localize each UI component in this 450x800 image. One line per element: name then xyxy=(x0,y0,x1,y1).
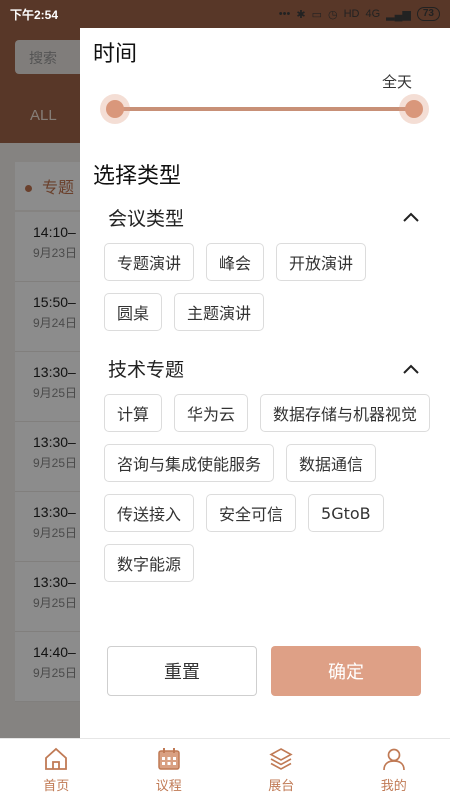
time-range-slider[interactable] xyxy=(114,107,414,111)
slider-value-label: 全天 xyxy=(381,73,412,91)
tag-tech-topic[interactable]: 咨询与集成使能服务 xyxy=(104,444,275,482)
status-icons: ••• ✱ ▭ ◷ HD 4G ▂▄▆ 73 xyxy=(279,7,440,21)
hd-icon: HD xyxy=(343,8,360,20)
more-dots-icon: ••• xyxy=(278,8,291,20)
confirm-button[interactable]: 确定 xyxy=(271,646,421,696)
tag-meeting-type[interactable]: 开放演讲 xyxy=(276,243,367,281)
nav-label: 展台 xyxy=(268,779,295,794)
user-icon xyxy=(382,748,405,771)
tag-tech-topic[interactable]: 数据通信 xyxy=(286,444,377,482)
calendar-icon xyxy=(158,748,180,770)
nav-item-mine[interactable]: 我的 xyxy=(338,739,450,800)
type-section-title: 选择类型 xyxy=(93,164,182,189)
tag-tech-topic[interactable]: 数字能源 xyxy=(104,544,195,582)
tech-topic-title: 技术专题 xyxy=(108,359,185,381)
nav-label: 议程 xyxy=(155,779,182,794)
tag-tech-topic[interactable]: 传送接入 xyxy=(104,494,195,532)
slider-start-handle[interactable] xyxy=(100,94,130,124)
tech-topic-scroll-area[interactable]: 计算 华为云 数据存储与机器视觉 咨询与集成使能服务 数据通信 传送接入 安全可… xyxy=(80,388,450,618)
tag-meeting-type[interactable]: 圆桌 xyxy=(104,293,163,331)
chevron-up-icon[interactable] xyxy=(402,208,420,226)
meeting-type-title: 会议类型 xyxy=(108,208,185,230)
network-label: 4G xyxy=(365,8,381,20)
nav-item-home[interactable]: 首页 xyxy=(0,739,113,800)
layers-icon xyxy=(269,748,293,770)
tag-meeting-type[interactable]: 专题演讲 xyxy=(104,243,195,281)
tag-tech-topic[interactable]: 5GtoB xyxy=(308,494,384,532)
bottom-nav: 首页 议程 展台 我的 xyxy=(0,738,450,800)
time-section-title: 时间 xyxy=(93,42,138,67)
tag-meeting-type[interactable]: 峰会 xyxy=(206,243,265,281)
tag-tech-topic[interactable]: 数据存储与机器视觉 xyxy=(260,394,431,432)
status-time: 下午2:54 xyxy=(10,7,59,22)
tag-tech-topic[interactable]: 安全可信 xyxy=(206,494,297,532)
status-bar: 下午2:54 ••• ✱ ▭ ◷ HD 4G ▂▄▆ 73 xyxy=(0,0,450,28)
slider-end-handle[interactable] xyxy=(399,94,429,124)
tech-topic-tags: 计算 华为云 数据存储与机器视觉 咨询与集成使能服务 数据通信 传送接入 安全可… xyxy=(104,394,434,582)
reset-button[interactable]: 重置 xyxy=(107,646,257,696)
nav-label: 首页 xyxy=(43,779,70,794)
chevron-up-icon[interactable] xyxy=(402,360,420,378)
signal-icon: ▂▄▆ xyxy=(386,8,411,21)
tag-meeting-type[interactable]: 主题演讲 xyxy=(174,293,265,331)
meeting-type-tags: 专题演讲 峰会 开放演讲 圆桌 主题演讲 xyxy=(104,243,434,331)
nav-label: 我的 xyxy=(380,779,407,794)
filter-drawer: 时间 全天 选择类型 会议类型 专题演讲 峰会 开放演讲 圆桌 主题演讲 技术专… xyxy=(80,28,450,738)
vibrate-icon: ▭ xyxy=(311,8,322,21)
alarm-icon: ◷ xyxy=(327,8,338,21)
nav-item-agenda[interactable]: 议程 xyxy=(113,739,226,800)
nav-item-booth[interactable]: 展台 xyxy=(225,739,338,800)
tag-tech-topic[interactable]: 计算 xyxy=(104,394,163,432)
tag-tech-topic[interactable]: 华为云 xyxy=(174,394,249,432)
battery-icon: 73 xyxy=(416,7,440,21)
home-icon xyxy=(45,747,68,770)
bluetooth-icon: ✱ xyxy=(296,8,306,21)
